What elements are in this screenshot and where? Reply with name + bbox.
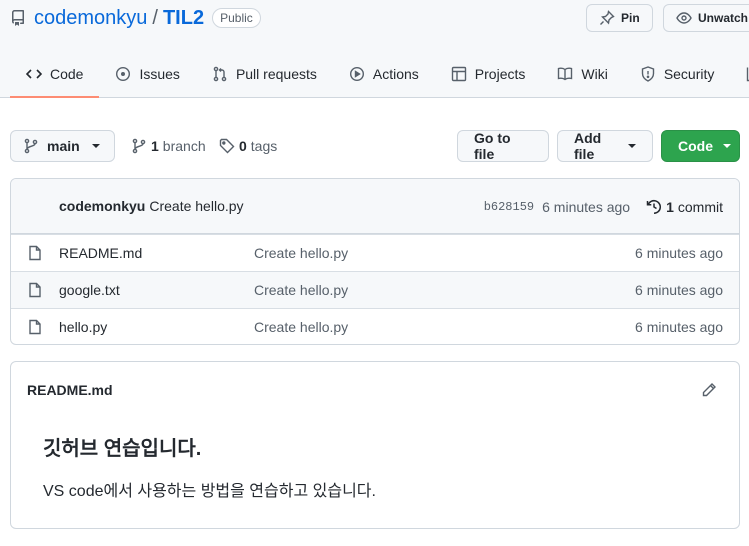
pull-request-icon xyxy=(213,66,227,82)
add-file-label: Add file xyxy=(574,130,602,162)
pin-icon xyxy=(600,10,615,25)
tag-icon xyxy=(219,138,235,154)
chevron-down-icon xyxy=(91,144,100,148)
table-icon xyxy=(451,66,466,82)
commits-history-link[interactable]: 1 commit xyxy=(646,199,723,215)
tab-insights[interactable] xyxy=(730,52,749,98)
readme-filename: README.md xyxy=(27,382,113,398)
code-dropdown-button[interactable]: Code xyxy=(661,130,740,162)
tab-actions-label: Actions xyxy=(372,66,419,82)
commit-sha-link[interactable]: b628159 xyxy=(484,200,534,214)
branch-select-button[interactable]: main xyxy=(10,130,115,162)
play-icon xyxy=(349,66,364,82)
branch-name: main xyxy=(47,138,80,154)
repo-title: codemonkyu / TIL2 Public xyxy=(10,6,261,30)
tab-issues[interactable]: Issues xyxy=(99,52,195,98)
go-to-file-button[interactable]: Go to file xyxy=(457,130,549,162)
tab-security-label: Security xyxy=(663,66,715,82)
file-icon xyxy=(29,319,41,335)
tag-count-label: tags xyxy=(250,138,278,154)
file-row[interactable]: README.md Create hello.py 6 minutes ago xyxy=(11,234,739,271)
chevron-down-icon xyxy=(723,144,731,148)
tab-wiki-label: Wiki xyxy=(581,66,608,82)
tags-link[interactable]: 0 tags xyxy=(219,130,277,162)
repo-icon xyxy=(10,10,26,26)
file-icon xyxy=(29,245,41,261)
commit-count-label: commit xyxy=(677,198,723,215)
branch-count: 1 xyxy=(151,138,159,154)
branch-icon xyxy=(24,138,38,154)
unwatch-label: Unwatch xyxy=(698,11,749,25)
chevron-down-icon xyxy=(628,144,636,148)
history-icon xyxy=(646,199,662,214)
add-file-button[interactable]: Add file xyxy=(557,130,653,162)
shield-icon xyxy=(641,66,655,82)
code-button-label: Code xyxy=(678,138,713,154)
tab-code[interactable]: Code xyxy=(10,52,100,98)
visibility-badge: Public xyxy=(212,8,261,28)
file-icon xyxy=(29,282,41,298)
file-commit-message-link[interactable]: Create hello.py xyxy=(254,282,348,298)
unwatch-button[interactable]: Unwatch xyxy=(663,4,749,32)
file-list: codemonkyu Create hello.py b628159 6 min… xyxy=(10,178,740,345)
file-commit-message-link[interactable]: Create hello.py xyxy=(254,319,348,335)
branch-count-label: branch xyxy=(162,138,206,154)
file-row[interactable]: hello.py Create hello.py 6 minutes ago xyxy=(11,308,739,344)
repo-owner-link[interactable]: codemonkyu xyxy=(34,7,147,30)
pin-button[interactable]: Pin xyxy=(586,4,653,32)
eye-icon xyxy=(676,12,692,24)
file-name-link[interactable]: google.txt xyxy=(59,282,120,298)
commit-meta: b628159 6 minutes ago 1 commit xyxy=(484,179,723,234)
tab-wiki[interactable]: Wiki xyxy=(541,52,623,98)
branch-toolbar: main 1 branch 0 tags Go to file Add file… xyxy=(10,130,740,162)
code-icon xyxy=(26,69,42,79)
go-to-file-label: Go to file xyxy=(474,130,511,162)
file-row[interactable]: google.txt Create hello.py 6 minutes ago xyxy=(11,271,739,308)
tab-security[interactable]: Security xyxy=(624,52,731,98)
readme-panel: README.md 깃허브 연습입니다. VS code에서 사용하는 방법을 … xyxy=(10,361,740,529)
repo-name-link[interactable]: TIL2 xyxy=(163,7,204,30)
file-commit-message-link[interactable]: Create hello.py xyxy=(254,245,348,261)
tag-count: 0 xyxy=(239,138,247,154)
commit-message-link[interactable]: Create hello.py xyxy=(149,198,243,214)
repo-header: codemonkyu / TIL2 Public Pin Unwatch Cod… xyxy=(0,0,749,98)
branches-link[interactable]: 1 branch xyxy=(131,130,206,162)
tab-projects[interactable]: Projects xyxy=(435,52,542,98)
branch-icon xyxy=(132,138,146,154)
repo-separator: / xyxy=(152,6,158,29)
commit-time: 6 minutes ago xyxy=(542,198,631,215)
readme-heading: 깃허브 연습입니다. xyxy=(43,438,202,460)
file-name-link[interactable]: hello.py xyxy=(59,319,107,335)
file-commit-time: 6 minutes ago xyxy=(635,282,723,298)
pencil-icon[interactable] xyxy=(701,382,717,398)
book-icon xyxy=(558,67,573,81)
readme-body: VS code에서 사용하는 방법을 연습하고 있습니다. xyxy=(43,483,376,500)
tab-issues-label: Issues xyxy=(139,66,180,82)
tab-pull-requests-label: Pull requests xyxy=(235,66,317,82)
commit-count: 1 xyxy=(666,198,674,215)
tab-pull-requests[interactable]: Pull requests xyxy=(196,52,333,98)
commit-author-link[interactable]: codemonkyu xyxy=(59,198,145,214)
file-commit-time: 6 minutes ago xyxy=(635,319,723,335)
issue-icon xyxy=(116,66,131,82)
file-commit-time: 6 minutes ago xyxy=(635,245,723,261)
pin-label: Pin xyxy=(621,11,640,25)
file-name-link[interactable]: README.md xyxy=(59,245,142,261)
tab-actions[interactable]: Actions xyxy=(333,52,435,98)
repo-nav-tabs: Code Issues Pull requests Actions Projec… xyxy=(10,52,749,98)
tab-projects-label: Projects xyxy=(474,66,526,82)
latest-commit-row: codemonkyu Create hello.py b628159 6 min… xyxy=(11,179,739,234)
tab-code-label: Code xyxy=(50,66,84,82)
